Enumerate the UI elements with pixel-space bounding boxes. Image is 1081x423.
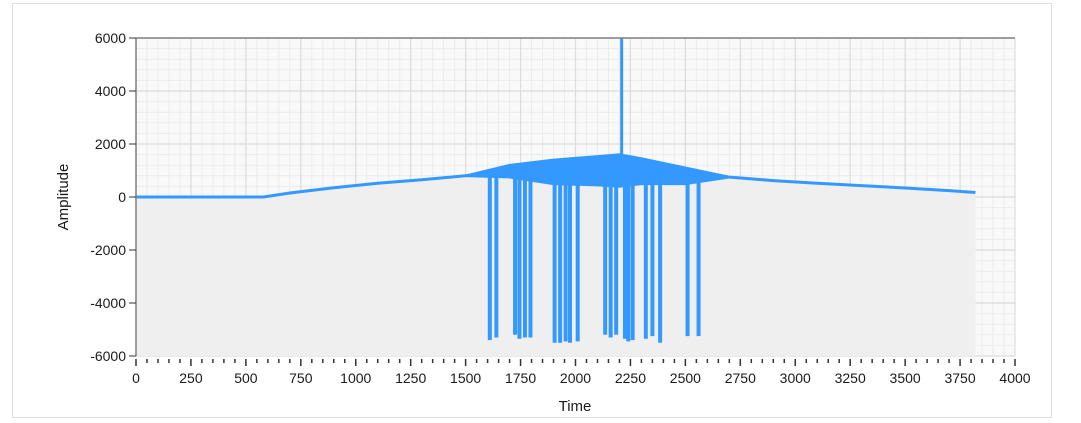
- x-tick-label: 2500: [670, 370, 701, 386]
- y-tick-label: 6000: [95, 30, 126, 46]
- x-tick-label: 3000: [780, 370, 811, 386]
- x-tick-label: 1500: [450, 370, 481, 386]
- y-tick-label: -4000: [90, 295, 126, 311]
- x-tick-label: 2000: [560, 370, 591, 386]
- y-axis-label: Amplitude: [55, 164, 72, 231]
- x-axis-label: Time: [559, 398, 592, 415]
- y-tick-label: -2000: [90, 242, 126, 258]
- x-tick-label: 3500: [890, 370, 921, 386]
- x-tick-label: 2250: [615, 370, 646, 386]
- y-tick-label: 2000: [95, 136, 126, 152]
- y-tick-label: -6000: [90, 348, 126, 364]
- y-tick-label: 0: [118, 189, 126, 205]
- x-tick-label: 500: [234, 370, 258, 386]
- x-tick-label: 0: [132, 370, 140, 386]
- x-tick-label: 1000: [340, 370, 371, 386]
- y-tick-label: 4000: [95, 83, 126, 99]
- x-tick-label: 2750: [725, 370, 756, 386]
- waveform-chart: 6000 4000 2000 0 -2000 -4000 -6000 0 250 500 750 10…: [55, 30, 1031, 415]
- x-tick-label: 1750: [505, 370, 536, 386]
- x-tick-label: 3250: [835, 370, 866, 386]
- x-tick-label: 1250: [395, 370, 426, 386]
- x-tick-label: 750: [289, 370, 313, 386]
- x-tick-label: 3750: [944, 370, 975, 386]
- x-tick-label: 250: [179, 370, 203, 386]
- x-tick-label: 4000: [999, 370, 1030, 386]
